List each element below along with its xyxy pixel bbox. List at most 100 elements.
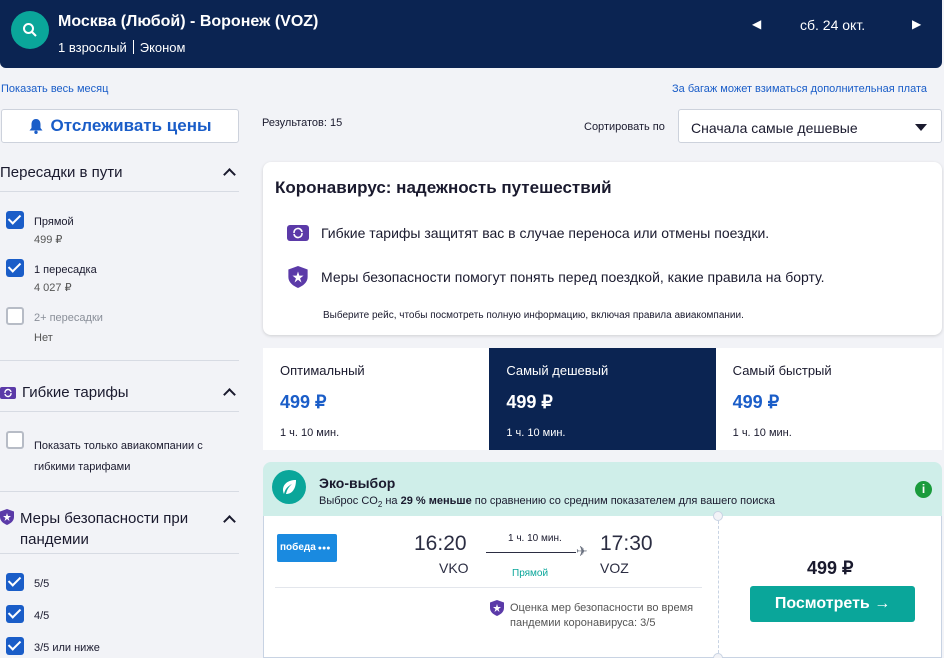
corona-safety-text: Меры безопасности помогут понять перед п…: [321, 269, 825, 285]
tab-price: 499 ₽: [280, 392, 327, 412]
search-button[interactable]: [11, 11, 49, 49]
view-flight-button[interactable]: Посмотреть →: [750, 586, 915, 622]
two-plus-stops-label: 2+ пересадки: [34, 312, 103, 324]
arrival-time: 17:30: [600, 532, 653, 555]
passenger-summary[interactable]: 1 взрослый Эконом: [58, 40, 185, 55]
flexible-filter-header[interactable]: Гибкие тарифы: [0, 384, 240, 401]
plane-icon: ✈: [576, 543, 588, 559]
safety-4-checkbox[interactable]: [6, 605, 24, 623]
tab-duration: 1 ч. 10 мин.: [506, 427, 566, 439]
eco-choice-banner: Эко-выбор Выброс CO2 на 29 % меньше по с…: [263, 462, 942, 518]
sort-select[interactable]: Сначала самые дешевые: [678, 109, 942, 143]
flight-price: 499 ₽: [807, 558, 854, 578]
shield-icon: [288, 266, 308, 288]
travel-date[interactable]: сб. 24 окт.: [800, 17, 865, 33]
route-title[interactable]: Москва (Любой) - Воронеж (VOZ): [58, 13, 318, 31]
baggage-fee-link[interactable]: За багаж может взиматься дополнительная …: [672, 83, 927, 95]
search-header: Москва (Любой) - Воронеж (VOZ) 1 взрослы…: [0, 0, 942, 68]
tab-optimal[interactable]: Оптимальный 499 ₽ 1 ч. 10 мин.: [263, 348, 489, 450]
eco-text: Выброс CO2 на 29 % меньше по сравнению с…: [319, 495, 775, 509]
flight-duration: 1 ч. 10 мин.: [508, 533, 562, 544]
arrival-airport: VOZ: [600, 560, 629, 576]
corona-flex-row: Гибкие тарифы защитят вас в случае перен…: [287, 224, 769, 242]
two-plus-stops-checkbox[interactable]: [6, 307, 24, 325]
corona-info-card: Коронавирус: надежность путешествий Гибк…: [263, 162, 942, 335]
safety-filter-title: Меры безопасности при пандемии: [20, 510, 189, 548]
prev-date-icon[interactable]: ◀: [752, 17, 761, 31]
departure-time: 16:20: [414, 532, 467, 555]
sort-label: Сортировать по: [584, 121, 665, 133]
divider: [0, 191, 239, 192]
eco-text-before: Выброс CO: [319, 495, 378, 507]
direct-label: Прямой: [34, 216, 74, 228]
show-month-link[interactable]: Показать весь месяц: [1, 83, 108, 95]
flexible-filter-title: Гибкие тарифы: [22, 384, 129, 401]
safety-3-label: 3/5 или ниже: [34, 642, 100, 654]
corona-safety-row: Меры безопасности помогут понять перед п…: [287, 266, 825, 288]
tab-name: Оптимальный: [280, 363, 365, 378]
ticket-separator: [718, 516, 719, 658]
shield-icon: [490, 600, 504, 616]
airline-name: победа: [280, 542, 316, 553]
corona-note: Выберите рейс, чтобы посмотреть полную и…: [323, 310, 744, 321]
bell-icon: [29, 119, 43, 134]
eco-text-after: по сравнению со средним показателем для …: [471, 495, 776, 507]
tab-cheapest[interactable]: Самый дешевый 499 ₽ 1 ч. 10 мин.: [489, 348, 716, 450]
tab-name: Самый дешевый: [506, 363, 609, 378]
passenger-count: 1 взрослый: [58, 40, 127, 55]
info-icon[interactable]: i: [915, 481, 932, 498]
stops-label: Прямой: [512, 568, 549, 579]
tab-duration: 1 ч. 10 мин.: [732, 427, 792, 439]
divider: [0, 360, 239, 361]
next-date-icon[interactable]: ▶: [912, 17, 921, 31]
divider: [0, 491, 239, 492]
one-stop-checkbox[interactable]: [6, 259, 24, 277]
departure-airport: VKO: [439, 560, 469, 576]
airline-logo: победа ●●●: [277, 534, 337, 562]
sort-tabs: Оптимальный 499 ₽ 1 ч. 10 мин. Самый деш…: [263, 348, 942, 450]
sort-value: Сначала самые дешевые: [691, 120, 858, 136]
track-prices-button[interactable]: Отслеживать цены: [1, 109, 239, 143]
safety-rating-text: Оценка мер безопасности во время пандеми…: [510, 602, 694, 629]
safety-5-checkbox[interactable]: [6, 573, 24, 591]
cabin-class: Эконом: [139, 40, 186, 55]
caret-down-icon: [915, 124, 927, 131]
ticket-notch: [713, 511, 723, 521]
leaf-icon: [272, 470, 306, 504]
chevron-up-icon: [223, 168, 236, 181]
flexible-only-label: Показать только авиакомпании с гибкими т…: [34, 440, 203, 473]
direct-price: 499 ₽: [34, 234, 63, 246]
shield-icon: [0, 509, 14, 525]
search-icon: [23, 23, 37, 37]
stops-filter-title: Пересадки в пути: [0, 164, 123, 181]
divider: [275, 587, 702, 588]
ticket-notch: [713, 653, 723, 658]
eco-text-mid: на: [382, 495, 401, 507]
safety-filter-header[interactable]: Меры безопасности при пандемии: [0, 508, 240, 550]
direct-checkbox[interactable]: [6, 211, 24, 229]
route-line: [486, 552, 576, 553]
tab-price: 499 ₽: [732, 392, 780, 412]
chevron-up-icon: [223, 388, 236, 401]
flexible-only-checkbox[interactable]: [6, 431, 24, 449]
chevron-up-icon: [223, 515, 236, 528]
one-stop-price: 4 027 ₽: [34, 282, 72, 294]
results-count: Результатов: 15: [262, 117, 343, 129]
tab-duration: 1 ч. 10 мин.: [280, 427, 340, 439]
safety-4-label: 4/5: [34, 610, 50, 622]
flight-result-card[interactable]: победа ●●● 16:20 VKO 1 ч. 10 мин. ✈ Прям…: [263, 511, 942, 658]
tab-price: 499 ₽: [506, 392, 553, 412]
separator: [132, 40, 134, 54]
tab-name: Самый быстрый: [732, 363, 832, 378]
two-plus-stops-price: Нет: [34, 332, 53, 344]
stops-filter-header[interactable]: Пересадки в пути: [0, 164, 240, 181]
safety-5-label: 5/5: [34, 578, 50, 590]
flexible-ticket-icon: [0, 386, 16, 399]
corona-title: Коронавирус: надежность путешествий: [275, 178, 612, 197]
flexible-ticket-icon: [287, 225, 309, 241]
one-stop-label: 1 пересадка: [34, 264, 97, 276]
divider: [0, 411, 239, 412]
tab-fastest[interactable]: Самый быстрый 499 ₽ 1 ч. 10 мин.: [716, 348, 942, 450]
safety-3-checkbox[interactable]: [6, 637, 24, 655]
divider: [0, 553, 239, 554]
